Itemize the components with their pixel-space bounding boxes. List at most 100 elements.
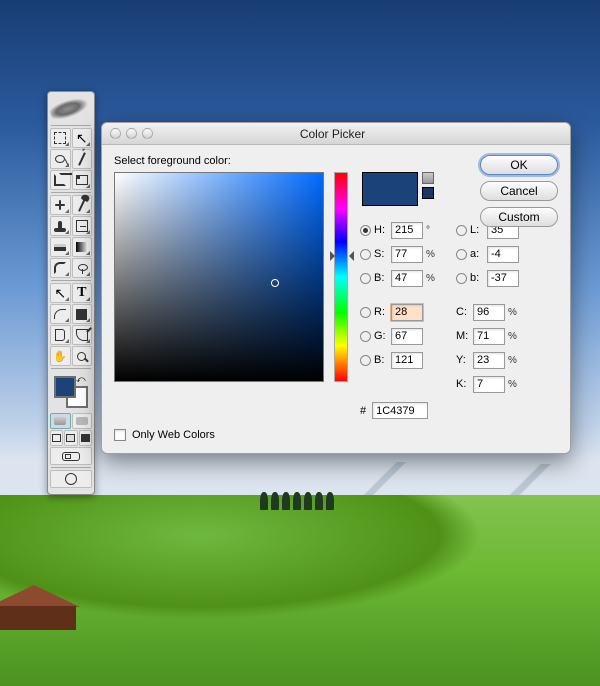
radio-g[interactable]: [360, 331, 371, 342]
brush-icon: [78, 198, 86, 212]
window-minimize-icon[interactable]: [126, 128, 137, 139]
input-m[interactable]: [473, 328, 505, 345]
radio-bv[interactable]: [360, 273, 371, 284]
unit-y: %: [508, 355, 520, 366]
screen-mode-full[interactable]: [79, 430, 92, 446]
input-s[interactable]: [391, 246, 423, 263]
radio-r[interactable]: [360, 307, 371, 318]
screen-mode-standard[interactable]: [50, 430, 63, 446]
dodge-tool[interactable]: [72, 258, 93, 278]
marquee-tool[interactable]: [50, 128, 71, 148]
gamut-warning-icon[interactable]: [422, 172, 434, 184]
move-tool[interactable]: [72, 128, 93, 148]
foreground-color-swatch[interactable]: [54, 376, 76, 398]
ok-button[interactable]: OK: [480, 155, 558, 175]
window-zoom-icon[interactable]: [142, 128, 153, 139]
input-b[interactable]: [391, 352, 423, 369]
screen-mode-full-menubar[interactable]: [64, 430, 77, 446]
window-close-icon[interactable]: [110, 128, 121, 139]
window-icon: [52, 434, 61, 442]
input-y[interactable]: [473, 352, 505, 369]
history-brush-tool[interactable]: [72, 216, 93, 236]
notes-tool[interactable]: [50, 325, 71, 345]
blur-tool[interactable]: [50, 258, 71, 278]
type-tool[interactable]: T: [72, 283, 93, 303]
app-logo-feather-icon: [47, 90, 95, 128]
background-grass: [0, 495, 600, 686]
hue-slider-handle[interactable]: [330, 251, 354, 261]
quick-mask-mode[interactable]: [72, 413, 93, 429]
input-h[interactable]: [391, 222, 423, 239]
color-field[interactable]: [114, 172, 324, 382]
standard-mode[interactable]: [50, 413, 71, 429]
tools-panel: T ⤺: [47, 91, 95, 495]
label-y: Y:: [456, 354, 470, 366]
web-safe-swatch[interactable]: [422, 187, 434, 199]
magnifier-icon: [77, 352, 86, 361]
lasso-icon: [55, 155, 65, 163]
input-bv[interactable]: [391, 270, 423, 287]
hand-icon: [53, 349, 67, 363]
radio-l[interactable]: [456, 225, 467, 236]
unit-m: %: [508, 331, 520, 342]
swap-colors-icon[interactable]: ⤺: [76, 374, 88, 383]
radio-h[interactable]: [360, 225, 371, 236]
color-picker-dialog: Color Picker OK Cancel Custom Select for…: [101, 122, 571, 454]
radio-lab-b[interactable]: [456, 273, 467, 284]
label-s: S:: [374, 248, 388, 260]
radio-b[interactable]: [360, 355, 371, 366]
new-color-swatch[interactable]: [362, 172, 418, 206]
crop-tool[interactable]: [50, 170, 71, 190]
only-web-colors-checkbox[interactable]: [114, 429, 126, 441]
input-lab-b[interactable]: [487, 270, 519, 287]
jump-to-imageready[interactable]: [50, 447, 92, 465]
dialog-title: Color Picker: [153, 127, 512, 141]
unit-k: %: [508, 379, 520, 390]
gradient-tool[interactable]: [72, 237, 93, 257]
input-g[interactable]: [391, 328, 423, 345]
only-web-colors-label: Only Web Colors: [132, 429, 215, 441]
dialog-titlebar[interactable]: Color Picker: [102, 123, 570, 145]
eraser-tool[interactable]: [50, 237, 71, 257]
label-m: M:: [456, 330, 470, 342]
toggle-palette-button[interactable]: [50, 470, 92, 488]
hand-tool[interactable]: [50, 346, 71, 366]
label-b: B:: [374, 354, 388, 366]
unit-c: %: [508, 307, 520, 318]
color-field-marker[interactable]: [271, 279, 279, 287]
color-swatches: ⤺: [52, 374, 90, 410]
path-selection-tool[interactable]: [50, 283, 71, 303]
fullscreen-icon: [81, 434, 90, 442]
input-hex[interactable]: [372, 402, 428, 419]
magic-wand-tool[interactable]: [72, 149, 93, 169]
label-a: a:: [470, 248, 484, 260]
window-full-icon: [66, 434, 75, 442]
hex-prefix: #: [360, 405, 366, 417]
brush-tool[interactable]: [72, 195, 93, 215]
unit-h: °: [426, 225, 438, 236]
background-trees: [260, 492, 380, 514]
input-a[interactable]: [487, 246, 519, 263]
radio-a[interactable]: [456, 249, 467, 260]
label-k: K:: [456, 378, 470, 390]
zoom-tool[interactable]: [72, 346, 93, 366]
label-g: G:: [374, 330, 388, 342]
input-k[interactable]: [473, 376, 505, 393]
lasso-tool[interactable]: [50, 149, 71, 169]
cancel-button[interactable]: Cancel: [480, 181, 558, 201]
eraser-icon: [54, 244, 66, 251]
slice-tool[interactable]: [72, 170, 93, 190]
hue-slider[interactable]: [334, 172, 348, 382]
custom-button[interactable]: Custom: [480, 207, 558, 227]
healing-brush-tool[interactable]: [50, 195, 71, 215]
radio-s[interactable]: [360, 249, 371, 260]
clone-stamp-tool[interactable]: [50, 216, 71, 236]
crop-icon: [54, 174, 66, 186]
eyedropper-tool[interactable]: [72, 325, 93, 345]
pen-tool[interactable]: [50, 304, 71, 324]
input-c[interactable]: [473, 304, 505, 321]
input-r[interactable]: [391, 304, 423, 321]
imageready-icon: [62, 452, 80, 461]
shape-tool[interactable]: [72, 304, 93, 324]
circle-icon: [65, 473, 77, 485]
